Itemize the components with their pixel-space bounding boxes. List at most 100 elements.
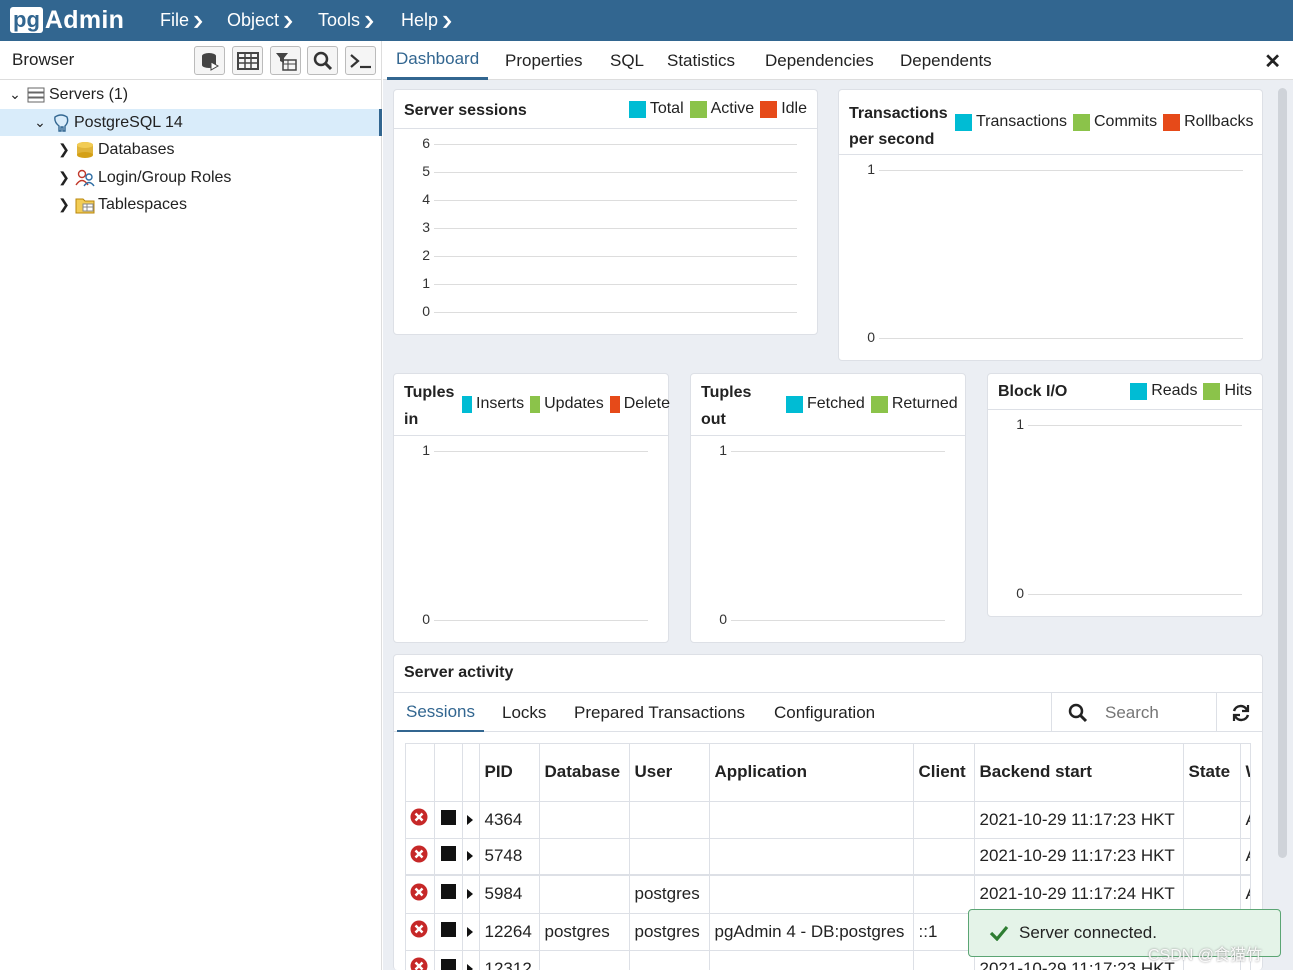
table-row[interactable]: 4364 2021-10-29 11:17:23 HKT A <box>406 801 1250 839</box>
expand-row-button[interactable] <box>462 838 480 876</box>
y-tick-5: 5 <box>422 163 430 179</box>
y-tick-1: 1 <box>1016 416 1024 432</box>
tab-sessions-label: Sessions <box>406 701 475 721</box>
tab-properties-label: Properties <box>505 50 583 70</box>
cancel-query-button[interactable] <box>406 950 435 970</box>
tab-dependencies-label: Dependencies <box>765 50 874 70</box>
cell-wait: A <box>1240 801 1250 839</box>
header-wait[interactable]: W <box>1240 744 1250 802</box>
terminate-button[interactable] <box>434 875 463 914</box>
browser-title: Browser <box>12 50 75 69</box>
activity-search[interactable] <box>1051 693 1216 732</box>
cancel-query-button[interactable] <box>406 838 435 876</box>
menu-help[interactable]: Help ❯ <box>401 0 454 41</box>
y-tick-3: 3 <box>422 219 430 235</box>
terminate-button[interactable] <box>434 950 463 970</box>
search-objects-button[interactable] <box>307 46 338 75</box>
toast-message: Server connected. <box>1019 923 1157 942</box>
tree-item-databases[interactable]: ❯ Databases <box>0 136 382 163</box>
cancel-icon <box>410 883 428 901</box>
chevron-down-icon[interactable]: ⌄ <box>33 114 47 131</box>
psql-tool-button[interactable] <box>345 46 376 75</box>
grid-line <box>434 228 797 229</box>
filtered-rows-button[interactable] <box>270 46 301 75</box>
tab-sessions[interactable]: Sessions <box>397 693 484 732</box>
header-pid[interactable]: PID <box>479 744 540 802</box>
header-client[interactable]: Client <box>913 744 975 802</box>
terminate-button[interactable] <box>434 801 463 839</box>
cell-client <box>913 838 975 876</box>
tab-sql[interactable]: SQL <box>610 41 644 80</box>
cancel-query-button[interactable] <box>406 913 435 951</box>
tab-dependents[interactable]: Dependents <box>900 41 992 80</box>
tab-locks-label: Locks <box>502 702 547 722</box>
block-io-card: Block I/O Reads Hits 1 0 <box>987 373 1263 617</box>
tree-label-servers: Servers (1) <box>49 85 129 103</box>
header-user[interactable]: User <box>629 744 710 802</box>
cell-database <box>539 801 630 839</box>
legend-label-reads: Reads <box>1151 382 1198 399</box>
tab-dependencies[interactable]: Dependencies <box>765 41 874 80</box>
chevron-right-icon[interactable]: ❯ <box>57 141 71 158</box>
cancel-query-button[interactable] <box>406 801 435 839</box>
browser-panel: Browser ⌄ Servers (1) ⌄ PostgreSQL 14 ❯ <box>0 41 382 970</box>
transactions-card: Transactions per second Transactions Comm… <box>838 89 1263 361</box>
tree-item-postgresql-14[interactable]: ⌄ PostgreSQL 14 <box>0 109 382 136</box>
stop-icon <box>440 884 456 900</box>
legend-label-commits: Commits <box>1094 113 1158 130</box>
tab-locks[interactable]: Locks <box>502 693 546 732</box>
filtered-rows-icon <box>275 52 297 71</box>
tab-configuration[interactable]: Configuration <box>774 693 875 732</box>
cell-wait: A <box>1240 838 1250 876</box>
header-application[interactable]: Application <box>709 744 914 802</box>
cell-application <box>709 875 914 914</box>
tuples-in-card: Tuples in Inserts Updates Delete 1 0 <box>393 373 670 643</box>
tab-prepared-transactions[interactable]: Prepared Transactions <box>574 693 745 732</box>
chevron-down-icon[interactable]: ⌄ <box>8 86 22 103</box>
tab-dashboard[interactable]: Dashboard <box>387 41 489 80</box>
legend-swatch-rollbacks <box>1163 113 1181 131</box>
legend-swatch-hits <box>1203 382 1221 400</box>
search-input[interactable] <box>1105 702 1205 723</box>
menu-object[interactable]: Object ❯ <box>227 0 295 41</box>
transactions-title-line2: per second <box>849 131 935 148</box>
cancel-query-button[interactable] <box>406 875 435 914</box>
legend-swatch-idle <box>760 100 778 118</box>
expand-row-button[interactable] <box>462 913 480 951</box>
chevron-right-icon[interactable]: ❯ <box>57 169 71 186</box>
terminate-button[interactable] <box>434 913 463 951</box>
psql-tool-icon <box>349 53 371 68</box>
refresh-button[interactable] <box>1216 693 1262 732</box>
view-data-button[interactable] <box>232 46 263 75</box>
close-icon[interactable]: ✕ <box>1264 49 1281 74</box>
tab-statistics[interactable]: Statistics <box>667 41 735 80</box>
grid-line <box>434 620 648 621</box>
menu-tools[interactable]: Tools ❯ <box>318 0 376 41</box>
chevron-right-icon[interactable]: ❯ <box>57 196 71 213</box>
legend-label-updates: Updates <box>544 395 604 412</box>
expand-row-button[interactable] <box>462 950 480 970</box>
expand-row-button[interactable] <box>462 875 480 914</box>
tab-properties[interactable]: Properties <box>505 41 582 80</box>
chevron-down-icon: ❯ <box>362 13 376 28</box>
terminate-button[interactable] <box>434 838 463 876</box>
menu-file[interactable]: File ❯ <box>160 0 205 41</box>
legend-swatch-transactions <box>955 113 972 131</box>
table-row[interactable]: 5748 2021-10-29 11:17:23 HKT A <box>406 838 1250 876</box>
servers-icon <box>26 86 46 104</box>
header-state[interactable]: State <box>1183 744 1241 802</box>
tree-item-tablespaces[interactable]: ❯ Tablespaces <box>0 191 382 218</box>
header-database[interactable]: Database <box>539 744 630 802</box>
table-row[interactable]: 5984 postgres 2021-10-29 11:17:24 HKT A <box>406 875 1250 914</box>
y-tick-4: 4 <box>422 191 430 207</box>
tree-item-login-group-roles[interactable]: ❯ Login/Group Roles <box>0 164 382 191</box>
dashboard-scrollbar[interactable] <box>1278 88 1287 858</box>
cell-client: ::1 <box>913 913 975 951</box>
cell-client <box>913 875 975 914</box>
header-backend-start[interactable]: Backend start <box>974 744 1184 802</box>
expand-row-button[interactable] <box>462 801 480 839</box>
roles-icon <box>75 169 95 187</box>
tree-item-servers[interactable]: ⌄ Servers (1) <box>0 81 382 108</box>
query-tool-button[interactable] <box>194 46 225 75</box>
transactions-title: Transactions per second <box>849 101 948 153</box>
